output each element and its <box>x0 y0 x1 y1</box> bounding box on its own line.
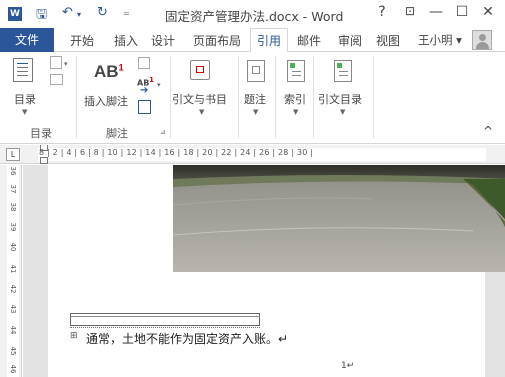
ribbon-tab-bar: 文件 开始 插入 设计 页面布局 引用 邮件 审阅 视图 王小明 ▾ <box>0 28 505 53</box>
vruler-number: 39 <box>9 222 17 232</box>
tab-mailings[interactable]: 邮件 <box>297 32 321 49</box>
vruler-number: 38 <box>9 202 17 212</box>
help-button[interactable]: ? <box>372 4 392 20</box>
group-separator <box>76 56 77 138</box>
user-account-name[interactable]: 王小明 ▾ <box>418 32 462 48</box>
group-label-toc: 目录 <box>30 127 52 140</box>
show-notes-icon[interactable] <box>138 100 151 114</box>
chevron-down-icon[interactable]: ▾ <box>64 60 68 68</box>
arrow-down-icon: ➔ <box>140 85 149 96</box>
close-button[interactable]: ✕ <box>478 4 498 20</box>
tab-insert[interactable]: 插入 <box>114 32 138 49</box>
add-text-icon[interactable] <box>50 56 62 69</box>
title-bar: W 🖫 ↶ ▾ ↻ ₌ 固定资产管理办法.docx - Word ? ⊡ — ☐… <box>0 0 505 28</box>
index-label: 索引 <box>284 93 306 106</box>
group-separator <box>170 56 171 138</box>
group-separator <box>238 56 239 138</box>
window-title: 固定资产管理办法.docx - Word <box>165 9 344 24</box>
vruler-number: 37 <box>9 184 17 194</box>
table-of-authorities-icon <box>334 60 352 82</box>
citations-label: 引文与书目 <box>172 93 227 106</box>
table-of-contents-label: 目录 <box>14 93 36 106</box>
tab-references[interactable]: 引用 <box>250 28 289 53</box>
caption-icon <box>247 60 265 82</box>
undo-icon[interactable]: ↶ <box>62 5 73 20</box>
table-of-contents-icon <box>13 58 33 82</box>
vruler-number: 42 <box>9 284 17 294</box>
ribbon-references: 目录 ▼ ▾ 目录 AB1 插入脚注 AB1 ➔ ▾ 脚注 ⊿ 引文与书目 ▼ … <box>0 52 505 144</box>
ruler-tick-labels: 8 | 2 | 4 | 6 | 8 | 10 | 12 | 14 | 16 | … <box>39 148 314 157</box>
chevron-down-icon: ▼ <box>22 108 28 116</box>
citation-icon <box>190 60 210 80</box>
document-page[interactable]: ⊞ 通常，土地不能作为固定资产入账。↵ 1↵ <box>48 165 505 377</box>
left-indent-marker[interactable] <box>40 157 48 164</box>
vruler-number: 36 <box>9 166 17 176</box>
ribbon-display-options-icon[interactable]: ⊡ <box>400 4 420 18</box>
chevron-down-icon: ▼ <box>293 108 299 116</box>
group-separator <box>313 56 314 138</box>
insert-footnote-label: 插入脚注 <box>84 95 128 108</box>
vruler-number: 40 <box>9 242 17 252</box>
chevron-down-icon: ▼ <box>199 108 205 116</box>
caption-inner-line <box>70 316 260 323</box>
undo-dropdown-icon[interactable]: ▾ <box>77 10 81 19</box>
tab-review[interactable]: 审阅 <box>338 32 362 49</box>
index-icon <box>287 60 305 82</box>
captions-label: 题注 <box>244 93 266 106</box>
collapse-ribbon-icon[interactable]: ^ <box>483 124 493 138</box>
vruler-number: 46 <box>9 364 17 374</box>
save-icon[interactable]: 🖫 <box>36 5 47 27</box>
anchor-icon[interactable]: ⊞ <box>70 331 78 341</box>
insert-endnote-icon[interactable] <box>138 57 150 69</box>
page-number: 1↵ <box>341 361 355 371</box>
dotted-border <box>70 327 260 328</box>
vertical-ruler[interactable]: 36 37 38 39 40 41 42 43 44 45 46 <box>0 165 22 377</box>
vruler-number: 41 <box>9 264 17 274</box>
tab-page-layout[interactable]: 页面布局 <box>193 32 241 49</box>
maximize-button[interactable]: ☐ <box>452 4 472 20</box>
horizontal-ruler[interactable]: L 8 | 2 | 4 | 6 | 8 | 10 | 12 | 14 | 16 … <box>0 145 505 164</box>
chevron-down-icon: ▼ <box>253 108 259 116</box>
body-paragraph[interactable]: 通常，土地不能作为固定资产入账。↵ <box>86 330 288 347</box>
tab-design[interactable]: 设计 <box>151 32 175 49</box>
tab-selector[interactable]: L <box>6 148 20 161</box>
document-area[interactable]: ⊞ 通常，土地不能作为固定资产入账。↵ 1↵ <box>23 165 505 377</box>
tab-home[interactable]: 开始 <box>70 32 94 49</box>
vruler-number: 45 <box>9 346 17 356</box>
vruler-number: 44 <box>9 325 17 335</box>
document-photo[interactable] <box>173 165 505 272</box>
avatar[interactable] <box>472 30 492 50</box>
table-of-authorities-label: 引文目录 <box>318 93 362 106</box>
chevron-down-icon[interactable]: ▾ <box>157 81 161 89</box>
group-label-footnotes: 脚注 <box>106 127 128 140</box>
group-separator <box>373 56 374 138</box>
update-table-icon[interactable] <box>50 74 63 85</box>
chevron-down-icon: ▼ <box>340 108 346 116</box>
dialog-launcher-icon[interactable]: ⊿ <box>160 128 166 136</box>
footnote-icon: AB1 <box>94 62 124 81</box>
word-app-icon[interactable]: W <box>8 7 22 21</box>
group-separator <box>275 56 276 138</box>
vruler-number: 43 <box>9 304 17 314</box>
redo-icon[interactable]: ↻ <box>97 5 108 20</box>
tab-view[interactable]: 视图 <box>376 32 400 49</box>
tab-file[interactable]: 文件 <box>0 28 54 52</box>
minimize-button[interactable]: — <box>426 4 446 20</box>
customize-qat-icon[interactable]: ₌ <box>123 5 130 20</box>
